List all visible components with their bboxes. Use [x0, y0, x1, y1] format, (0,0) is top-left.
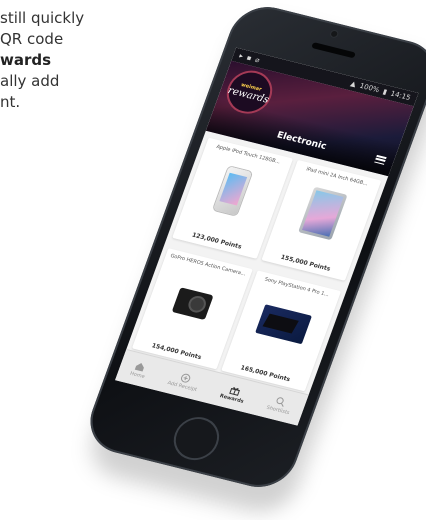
- product-grid: Apple iPod Touch 128GB... 123,000 Points…: [125, 131, 388, 398]
- product-points: 123,000 Points: [190, 231, 243, 251]
- nav-home[interactable]: Home: [129, 360, 149, 380]
- front-camera: [330, 30, 339, 38]
- promo-line-1: still quickly: [0, 9, 85, 27]
- ps4-image: [247, 293, 319, 356]
- promo-line-5: nt.: [0, 93, 21, 111]
- earpiece-speaker: [311, 42, 356, 59]
- promo-text: still quickly QR code wards ally add nt.: [0, 8, 170, 113]
- image-icon: ▪: [245, 53, 253, 63]
- notification-icon: ▸: [238, 51, 245, 61]
- home-button[interactable]: [167, 412, 226, 465]
- nav-label: Shortlists: [265, 404, 291, 416]
- android-icon: ⌀: [253, 55, 261, 65]
- ipad-image: [287, 183, 359, 246]
- promo-line-2: QR code: [0, 30, 64, 48]
- product-points: 155,000 Points: [279, 253, 332, 273]
- nav-label: Rewards: [219, 392, 245, 405]
- signal-icon: ▲: [349, 79, 358, 89]
- nav-add-receipt[interactable]: Add Receipt: [167, 369, 202, 393]
- promo-line-3: wards: [0, 51, 52, 69]
- nav-rewards[interactable]: Rewards: [219, 382, 248, 404]
- battery-icon: ▮: [381, 87, 389, 97]
- gopro-image: [158, 271, 230, 334]
- promo-line-4: ally add: [0, 72, 60, 90]
- ipod-image: [198, 161, 270, 224]
- nav-shortlists[interactable]: Shortlists: [266, 394, 295, 416]
